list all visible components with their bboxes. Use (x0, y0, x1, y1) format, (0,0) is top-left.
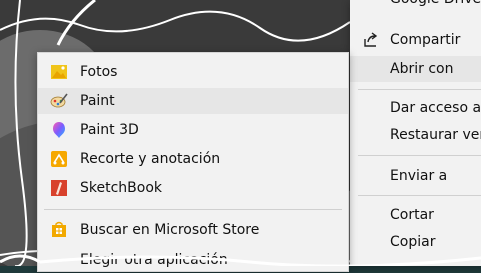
sketchbook-icon (51, 180, 67, 196)
context-item-open-with[interactable]: Abrir con (350, 56, 481, 82)
submenu-item-paint[interactable]: Paint (38, 88, 348, 114)
menu-item-label: Google Drive (390, 0, 481, 12)
context-item-share[interactable]: Compartir (350, 27, 481, 53)
menu-separator (358, 89, 481, 90)
submenu-item-fotos[interactable]: Fotos (38, 59, 348, 85)
menu-separator (358, 155, 481, 156)
menu-item-label: Restaurar vers (390, 127, 481, 143)
menu-item-label: Recorte y anotación (80, 151, 221, 167)
menu-item-label: Paint (80, 93, 115, 109)
context-item-copy[interactable]: Copiar (350, 229, 481, 255)
submenu-item-choose-other-app[interactable]: Elegir otra aplicación (38, 247, 348, 273)
menu-item-label: Enviar a (390, 168, 448, 184)
paint-3d-icon (53, 122, 65, 138)
menu-separator (358, 195, 481, 196)
menu-item-label: Elegir otra aplicación (80, 252, 228, 268)
menu-item-label: Copiar (390, 234, 436, 250)
snip-sketch-icon (51, 151, 67, 167)
submenu-item-microsoft-store[interactable]: Buscar en Microsoft Store (38, 217, 348, 243)
share-icon (364, 32, 378, 47)
open-with-submenu: Fotos Paint Paint 3D Recorte y anotación (37, 52, 349, 272)
submenu-item-sketchbook[interactable]: SketchBook (38, 175, 348, 201)
submenu-item-recorte[interactable]: Recorte y anotación (38, 146, 348, 172)
context-item-send-to[interactable]: Enviar a (350, 163, 481, 189)
context-item-give-access[interactable]: Dar acceso a (350, 95, 481, 121)
submenu-item-paint-3d[interactable]: Paint 3D (38, 117, 348, 143)
menu-item-label: Cortar (390, 207, 434, 223)
menu-item-label: Buscar en Microsoft Store (80, 222, 260, 238)
menu-item-label: SketchBook (80, 180, 163, 196)
store-icon (52, 221, 66, 237)
menu-item-label: Dar acceso a (390, 100, 481, 116)
menu-item-label: Fotos (80, 64, 118, 80)
context-item-google-drive[interactable]: Google Drive (350, 0, 481, 12)
paint-icon (50, 93, 68, 108)
menu-item-label: Abrir con (390, 61, 454, 77)
menu-item-label: Paint 3D (80, 122, 139, 138)
submenu-separator (44, 209, 342, 210)
photos-icon (51, 65, 67, 79)
context-menu: Google Drive Compartir Abrir con Dar acc… (350, 0, 481, 266)
context-item-cut[interactable]: Cortar (350, 202, 481, 228)
context-item-restore-versions[interactable]: Restaurar vers (350, 122, 481, 148)
menu-item-label: Compartir (390, 32, 461, 48)
